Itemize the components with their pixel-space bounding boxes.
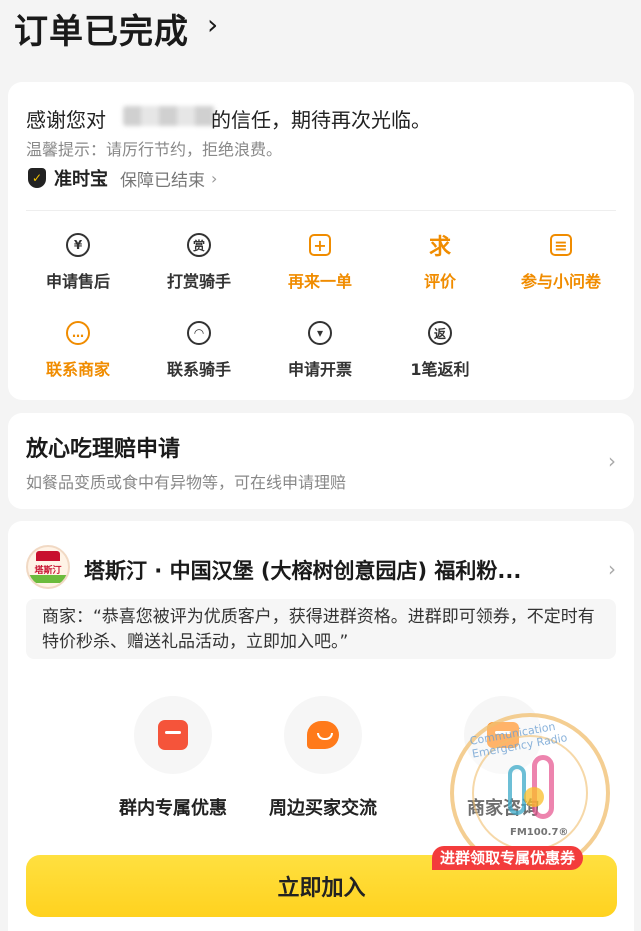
action-review[interactable]: 求 评价 bbox=[380, 232, 500, 302]
action-label: 1笔返利 bbox=[410, 360, 470, 379]
promo-badge: 进群领取专属优惠券 bbox=[432, 846, 584, 870]
chevron-right-icon: › bbox=[608, 449, 616, 473]
feature-group-coupon[interactable]: 群内专属优惠 bbox=[93, 696, 253, 820]
thanks-text-suffix: 的信任，期待再次光临。 bbox=[211, 108, 431, 132]
shop-name[interactable]: 塔斯汀 · 中国汉堡 (大榕树创意园店) 福利粉... bbox=[84, 555, 594, 585]
shield-check-icon: ✓ bbox=[28, 168, 46, 188]
contact-merchant-icon: … bbox=[65, 320, 91, 346]
header: 订单已完成 › bbox=[0, 0, 641, 60]
action-survey[interactable]: ≡ 参与小问卷 bbox=[501, 232, 621, 302]
action-reward-rider[interactable]: 赏 打赏骑手 bbox=[139, 232, 259, 302]
reward-icon: 赏 bbox=[186, 232, 212, 258]
guarantee-name: 准时宝 bbox=[54, 169, 108, 190]
action-after-sales[interactable]: ¥ 申请售后 bbox=[18, 232, 138, 302]
review-icon: 求 bbox=[428, 235, 451, 260]
action-label: 参与小问卷 bbox=[520, 272, 601, 291]
survey-icon: ≡ bbox=[548, 232, 574, 258]
action-contact-rider[interactable]: ◠ 联系骑手 bbox=[139, 320, 259, 390]
feature-buyer-chat[interactable]: 周边买家交流 bbox=[243, 696, 403, 820]
feature-label: 群内专属优惠 bbox=[119, 798, 227, 819]
claim-subtitle: 如餐品变质或食中有异物等，可在线申请理赔 bbox=[26, 473, 347, 492]
group-coupon-icon bbox=[134, 696, 212, 774]
order-status-card: 感谢您对 的信任，期待再次光临。 温馨提示：请厉行节约，拒绝浪费。 ✓ 准时宝 … bbox=[8, 82, 634, 400]
feature-label: 周边买家交流 bbox=[269, 798, 377, 819]
rebate-icon: 返 bbox=[427, 320, 453, 346]
action-invoice[interactable]: ▾ 申请开票 bbox=[260, 320, 380, 390]
action-rebate[interactable]: 返 1笔返利 bbox=[380, 320, 500, 390]
redacted-shop-name bbox=[123, 106, 215, 126]
chevron-right-icon: › bbox=[211, 168, 218, 188]
action-label: 联系商家 bbox=[45, 360, 110, 379]
chevron-right-icon[interactable]: › bbox=[608, 557, 616, 581]
invoice-icon: ▾ bbox=[307, 320, 333, 346]
divider bbox=[26, 210, 616, 211]
chat-bubble-icon bbox=[284, 696, 362, 774]
claim-title: 放心吃理赔申请 bbox=[26, 437, 181, 462]
merchant-quote: 商家：“恭喜您被评为优质客户，获得进群资格。进群即可领券，不定时有特价秒杀、赠送… bbox=[26, 599, 616, 659]
action-label: 再来一单 bbox=[287, 272, 352, 291]
yuan-refund-icon: ¥ bbox=[65, 232, 91, 258]
reorder-icon: + bbox=[307, 232, 333, 258]
claim-card[interactable]: 放心吃理赔申请 如餐品变质或食中有异物等，可在线申请理赔 › bbox=[8, 413, 634, 509]
action-label: 申请开票 bbox=[287, 360, 352, 379]
action-label: 联系骑手 bbox=[166, 360, 231, 379]
page-title[interactable]: 订单已完成 bbox=[14, 4, 189, 53]
contact-rider-icon: ◠ bbox=[186, 320, 212, 346]
shop-logo: 塔斯汀 bbox=[26, 545, 70, 589]
action-label: 评价 bbox=[423, 272, 456, 291]
thanks-text: 感谢您对 bbox=[26, 108, 106, 132]
chevron-right-icon[interactable]: › bbox=[207, 8, 218, 41]
watermark-fm: FM100.7® bbox=[510, 827, 569, 838]
action-label: 打赏骑手 bbox=[166, 272, 231, 291]
tip-text: 温馨提示：请厉行节约，拒绝浪费。 bbox=[26, 140, 283, 159]
action-label: 申请售后 bbox=[45, 272, 110, 291]
guarantee-row[interactable]: ✓ 准时宝 保障已结束 › bbox=[28, 166, 218, 191]
guarantee-status: 保障已结束 bbox=[120, 170, 205, 191]
action-contact-merchant[interactable]: … 联系商家 bbox=[18, 320, 138, 390]
action-reorder[interactable]: + 再来一单 bbox=[260, 232, 380, 302]
